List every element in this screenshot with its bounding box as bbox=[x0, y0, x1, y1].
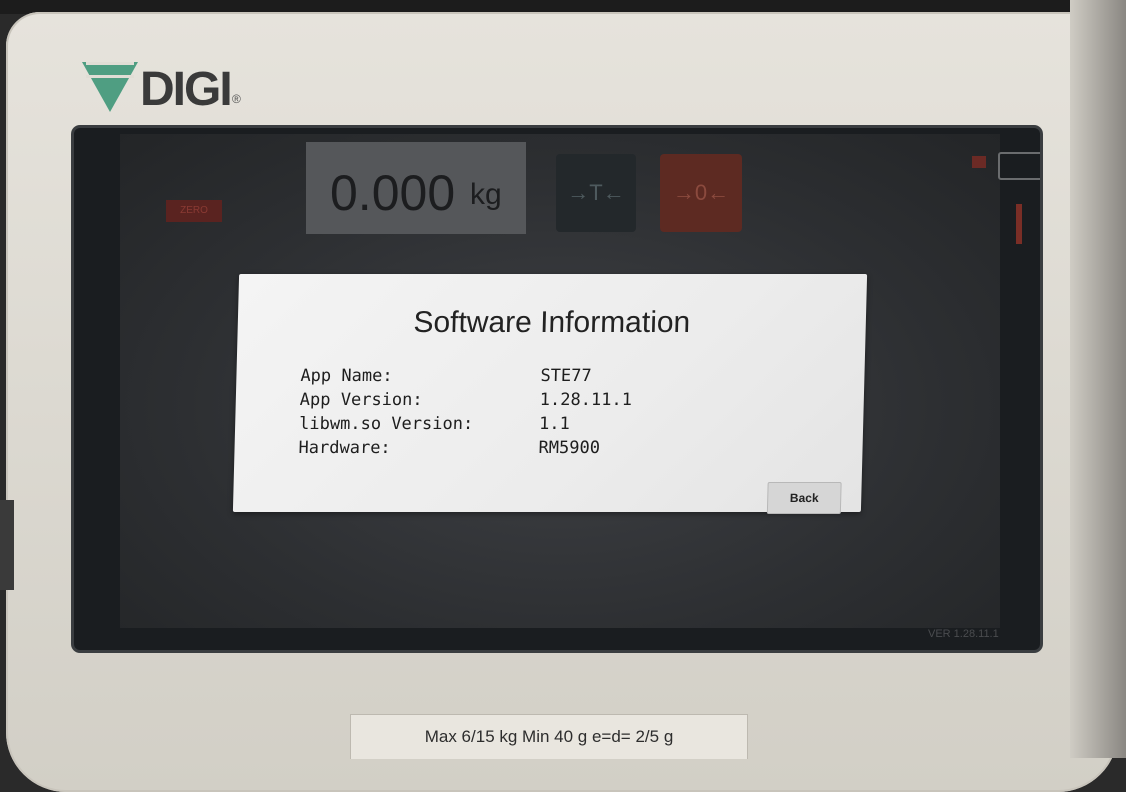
info-label: Hardware: bbox=[298, 438, 391, 458]
info-label: App Version: bbox=[299, 390, 423, 410]
version-tag: VER 1.28.11.1 bbox=[928, 628, 999, 640]
dialog-title: Software Information bbox=[413, 306, 691, 339]
info-row-libwm-version: libwm.so Version: 1.1 bbox=[299, 414, 570, 434]
info-value: 1.1 bbox=[538, 414, 571, 434]
bezel-left-shadow bbox=[0, 500, 14, 590]
status-indicator bbox=[972, 156, 986, 168]
weight-unit: kg bbox=[470, 178, 502, 211]
alert-indicator bbox=[1016, 204, 1022, 244]
info-value: 1.28.11.1 bbox=[539, 390, 633, 410]
logo-text: DIGI bbox=[140, 63, 233, 116]
battery-icon bbox=[998, 152, 1040, 180]
info-row-app-name: App Name: STE77 bbox=[300, 366, 592, 386]
tare-button[interactable]: →T← bbox=[556, 154, 636, 232]
info-value: STE77 bbox=[540, 366, 592, 386]
info-row-hardware: Hardware: RM5900 bbox=[298, 438, 600, 458]
info-row-app-version: App Version: 1.28.11.1 bbox=[300, 390, 633, 410]
back-button[interactable]: Back bbox=[766, 482, 842, 514]
weight-value: 0.000 bbox=[330, 165, 456, 221]
zero-button[interactable]: →0← bbox=[660, 154, 742, 232]
software-info-dialog: Software Information App Name: STE77 App … bbox=[232, 274, 868, 514]
bezel-edge bbox=[1070, 0, 1126, 758]
info-label: libwm.so Version: bbox=[298, 414, 474, 434]
info-label: App Name: bbox=[300, 366, 393, 386]
logo-stripes bbox=[86, 62, 134, 78]
zero-indicator: ZERO bbox=[166, 200, 222, 222]
logo-registered-mark: ® bbox=[232, 92, 241, 106]
info-value: RM5900 bbox=[538, 438, 601, 458]
rating-plate: Max 6/15 kg Min 40 g e=d= 2/5 g bbox=[350, 714, 748, 759]
